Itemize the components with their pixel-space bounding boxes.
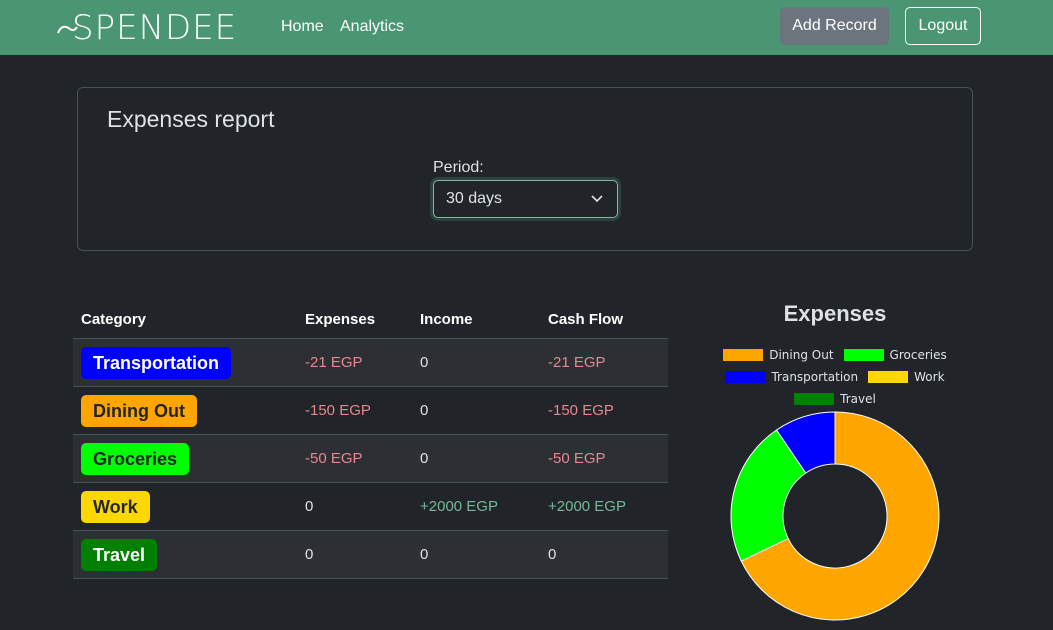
income-cell: 0: [420, 402, 429, 419]
expenses-cell: -150 EGP: [305, 402, 371, 419]
legend-item-dining-out[interactable]: Dining Out: [723, 348, 834, 362]
add-record-button[interactable]: Add Record: [780, 7, 889, 45]
legend-label: Dining Out: [769, 348, 834, 362]
legend-label: Transportation: [771, 370, 859, 384]
legend-label: Work: [914, 370, 945, 384]
period-select[interactable]: 30 days: [433, 180, 618, 218]
category-badge[interactable]: Groceries: [81, 443, 190, 475]
period-label: Period:: [433, 159, 484, 176]
category-table: Category Expenses Income Cash Flow Trans…: [73, 300, 668, 579]
cash-flow-cell: -50 EGP: [548, 450, 606, 467]
legend-swatch: [843, 349, 884, 361]
income-cell: 0: [420, 450, 429, 467]
brand-text: SPENDEE: [72, 8, 238, 48]
nav-link-analytics[interactable]: Analytics: [340, 18, 404, 36]
navbar: SPENDEE Home Analytics Add Record Logout: [0, 0, 1053, 55]
legend-swatch: [794, 393, 835, 405]
cash-flow-cell: -21 EGP: [548, 354, 606, 371]
expenses-cell: -50 EGP: [305, 450, 363, 467]
table-header: Category Expenses Income Cash Flow: [73, 300, 668, 339]
header-category: Category: [81, 311, 147, 328]
cash-flow-cell: +2000 EGP: [548, 498, 626, 515]
chart-title: Expenses: [783, 301, 887, 326]
nav-link-home[interactable]: Home: [281, 18, 324, 36]
category-badge[interactable]: Dining Out: [81, 395, 197, 427]
legend-item-travel[interactable]: Travel: [794, 392, 876, 406]
header-income: Income: [420, 311, 473, 328]
expenses-cell: 0: [305, 498, 314, 515]
logout-button[interactable]: Logout: [905, 7, 981, 45]
legend-item-transportation[interactable]: Transportation: [725, 370, 858, 384]
table-row: Transportation -21 EGP 0 -21 EGP: [73, 339, 668, 387]
category-badge[interactable]: Transportation: [81, 347, 232, 379]
legend-item-groceries[interactable]: Groceries: [843, 348, 947, 362]
income-cell: +2000 EGP: [420, 498, 498, 515]
legend-label: Travel: [840, 392, 876, 406]
table-row: Groceries -50 EGP 0 -50 EGP: [73, 435, 668, 483]
category-badge[interactable]: Work: [81, 491, 150, 523]
legend-swatch: [725, 371, 766, 383]
income-cell: 0: [420, 354, 429, 371]
table-row: Dining Out -150 EGP 0 -150 EGP: [73, 387, 668, 435]
expenses-donut-chart: [730, 411, 940, 621]
income-cell: 0: [420, 546, 429, 563]
cash-flow-cell: -150 EGP: [548, 402, 614, 419]
legend-label: Groceries: [889, 348, 947, 362]
cash-flow-cell: 0: [548, 546, 557, 563]
brand-logo[interactable]: SPENDEE: [56, 8, 237, 48]
legend-swatch: [868, 371, 909, 383]
table-row: Travel 0 0 0: [73, 531, 668, 579]
expenses-cell: 0: [305, 546, 314, 563]
chevron-down-icon: [591, 195, 603, 203]
expenses-cell: -21 EGP: [305, 354, 363, 371]
chart-legend: Dining Out Groceries Transportation Work…: [700, 344, 970, 410]
period-select-value: 30 days: [446, 190, 503, 207]
card-title: Expenses report: [107, 106, 275, 132]
header-cash-flow: Cash Flow: [548, 311, 624, 328]
table-row: Work 0 +2000 EGP +2000 EGP: [73, 483, 668, 531]
category-badge[interactable]: Travel: [81, 539, 158, 571]
expenses-report-card: Expenses report Period: 30 days: [77, 87, 973, 251]
header-expenses: Expenses: [305, 311, 376, 328]
legend-item-work[interactable]: Work: [868, 370, 945, 384]
legend-swatch: [723, 349, 764, 361]
